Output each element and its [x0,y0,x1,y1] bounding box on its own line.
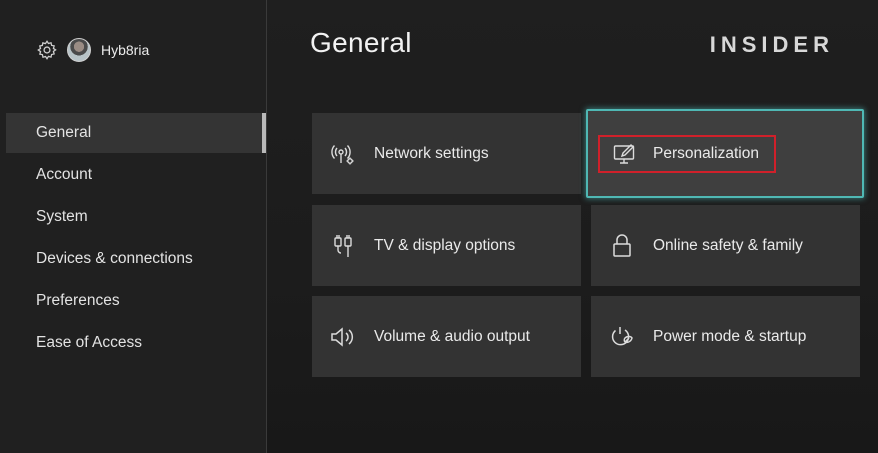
sidebar-item-ease-of-access[interactable]: Ease of Access [6,323,266,363]
power-icon [609,324,635,350]
sidebar-item-account[interactable]: Account [6,155,266,195]
avatar[interactable] [67,38,91,62]
tile-label: Power mode & startup [653,327,807,345]
tv-display-icon [330,233,356,259]
lock-icon [609,233,635,259]
sidebar-item-label: System [36,208,88,225]
sidebar-item-label: Preferences [36,292,120,309]
sidebar-item-label: Account [36,166,93,183]
tile-label: TV & display options [374,236,516,254]
sidebar-item-general[interactable]: General [6,113,266,153]
username[interactable]: Hyb8ria [101,42,149,58]
tile-power-mode-startup[interactable]: Power mode & startup [591,296,860,377]
annotation-highlight: Personalization [598,135,776,173]
speaker-icon [330,324,356,350]
sidebar-item-devices-connections[interactable]: Devices & connections [6,239,266,279]
tile-volume-audio-output[interactable]: Volume & audio output [312,296,581,377]
tile-network-settings[interactable]: Network settings [312,113,581,194]
tile-label: Online safety & family [653,236,803,254]
sidebar: Hyb8ria General Account System Devices &… [0,0,267,453]
tile-tv-display-options[interactable]: TV & display options [312,205,581,286]
profile-bar: Hyb8ria [35,36,149,64]
tile-label: Personalization [653,145,759,162]
sidebar-item-label: Ease of Access [36,334,142,351]
tile-online-safety-family[interactable]: Online safety & family [591,205,860,286]
sidebar-nav: General Account System Devices & connect… [6,113,266,365]
sidebar-item-system[interactable]: System [6,197,266,237]
tile-label: Network settings [374,144,489,162]
tile-label: Volume & audio output [374,327,530,345]
gear-icon[interactable] [35,38,59,62]
tile-personalization[interactable]: Personalization [586,109,864,198]
sidebar-item-label: General [36,124,92,141]
sidebar-item-preferences[interactable]: Preferences [6,281,266,321]
network-icon [330,141,356,167]
brand-watermark: INSIDER [709,32,834,57]
page-title: General [310,27,412,58]
sidebar-item-label: Devices & connections [36,250,193,267]
personalization-icon [613,142,637,166]
